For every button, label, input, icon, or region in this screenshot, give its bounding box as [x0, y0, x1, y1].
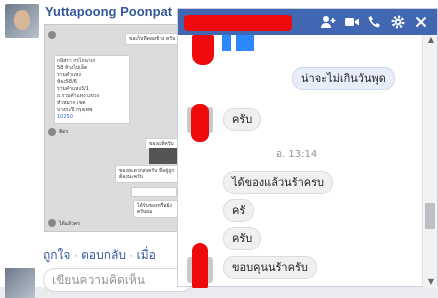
- post-actions: ถูกใจ · ตอบกลับ · เมื่อ: [43, 248, 156, 262]
- redaction-mark: [191, 104, 209, 142]
- scroll-down-arrow-icon[interactable]: ▼: [428, 277, 434, 286]
- incoming-message: ขอบคุนนร้าครับ: [223, 256, 317, 279]
- timestamp-link[interactable]: เมื่อ: [137, 248, 156, 262]
- incoming-message: ครั: [223, 199, 255, 222]
- attachment-thumbnail: [222, 35, 231, 51]
- redaction-mark: [192, 35, 214, 65]
- post-author-name[interactable]: Yuttapoong Poonpat: [45, 4, 172, 19]
- settings-gear-icon[interactable]: [390, 14, 406, 30]
- photo-label: ได้แล้วคร: [59, 221, 80, 227]
- incoming-message: ครับ: [223, 227, 262, 250]
- message-thread[interactable]: น่าจะไม่เกินวันพุด ครับ อ. 13:14 ได้ของแ…: [178, 35, 437, 288]
- post-photo[interactable]: ขอเก็บที่ดอยช้าง ครับ กลิสรา กรไกนาเก 58…: [44, 24, 192, 232]
- photo-avatar: [48, 31, 56, 39]
- author-avatar[interactable]: [5, 4, 39, 38]
- photo-avatar: [48, 128, 56, 136]
- like-link[interactable]: ถูกใจ: [43, 248, 70, 262]
- chat-scrollbar[interactable]: ▲ ▼: [422, 35, 437, 288]
- photo-bubble: ขอเก็บที่ดอยช้าง ครับ: [125, 33, 181, 45]
- redaction-mark: [192, 243, 208, 288]
- reply-link[interactable]: ตอบกลับ: [81, 248, 126, 262]
- incoming-message: ครับ: [223, 108, 262, 131]
- commenter-avatar: [5, 268, 35, 298]
- outgoing-message: น่าจะไม่เกินวันพุด: [292, 67, 395, 90]
- incoming-message: ได้ของแล้วนร้าครบ: [223, 171, 334, 194]
- comment-input[interactable]: เขียนความคิดเห็น: [43, 268, 193, 292]
- photo-bubble: ได้รับของหรือยัง ครับผม: [133, 200, 181, 218]
- photo-address-card: กลิสรา กรไกนาเก 58 ห้วงไปเล็ต รามคำแหง ห…: [54, 55, 130, 124]
- phone-call-icon[interactable]: [367, 14, 383, 30]
- video-call-icon[interactable]: [344, 14, 360, 30]
- photo-thumbnail: [149, 148, 179, 164]
- message-timestamp: อ. 13:14: [276, 149, 318, 160]
- redaction-mark: [184, 15, 292, 31]
- add-people-icon[interactable]: [320, 14, 336, 30]
- photo-link: [131, 187, 177, 197]
- scrollbar-thumb[interactable]: [425, 203, 435, 229]
- attachment-thumbnail: [236, 35, 254, 51]
- photo-avatar: [48, 219, 56, 227]
- messenger-chat-window: น่าจะไม่เกินวันพุด ครับ อ. 13:14 ได้ของแ…: [177, 8, 438, 288]
- chat-header[interactable]: [178, 9, 437, 35]
- close-icon[interactable]: [413, 14, 429, 30]
- photo-bubble: ของสะดวกส่งครับ ที่อยู่ถูกต้องนะครับ: [115, 165, 181, 183]
- scroll-up-arrow-icon[interactable]: ▲: [428, 35, 434, 44]
- photo-label: ติดร: [59, 129, 69, 135]
